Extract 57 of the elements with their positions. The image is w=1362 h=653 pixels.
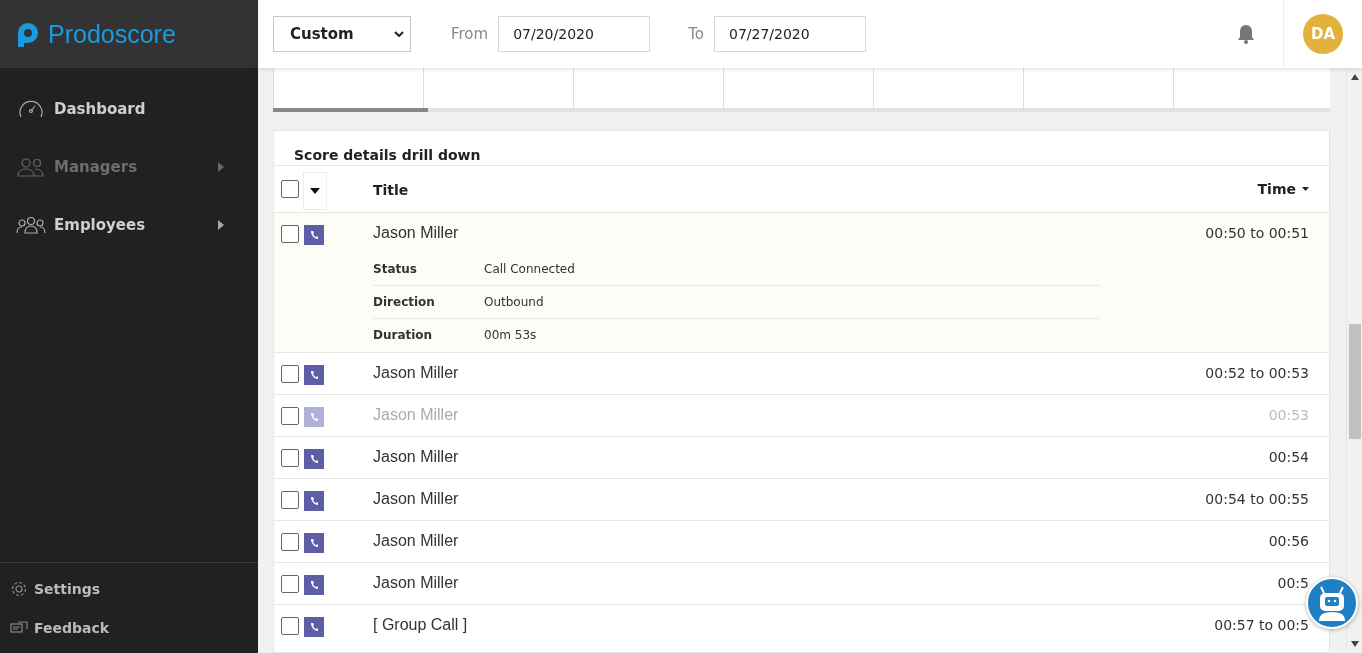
row-title[interactable]: Jason Miller bbox=[373, 224, 1206, 242]
footer-link[interactable]: Settings bbox=[0, 569, 258, 608]
row-time: 00:5 bbox=[1277, 575, 1309, 591]
scroll-thumb[interactable] bbox=[1348, 324, 1361, 439]
footer-link[interactable]: Feedback bbox=[0, 608, 258, 647]
caret-icon bbox=[218, 162, 224, 172]
logo-icon bbox=[16, 21, 40, 47]
row-checkbox[interactable] bbox=[281, 225, 299, 243]
nav-item[interactable]: Employees bbox=[0, 196, 258, 254]
scroll-down-icon[interactable] bbox=[1350, 641, 1359, 647]
to-label: To bbox=[688, 25, 704, 43]
row-checkbox[interactable] bbox=[281, 449, 299, 467]
row-time: 00:53 bbox=[1268, 407, 1309, 423]
row-time: 00:54 to 00:55 bbox=[1205, 491, 1309, 507]
bell-icon[interactable] bbox=[1237, 24, 1255, 44]
range-select[interactable]: Custom bbox=[273, 16, 411, 52]
detail-label: Status bbox=[373, 261, 418, 276]
detail-value: Call Connected bbox=[484, 261, 575, 276]
row-title[interactable]: Jason Miller bbox=[373, 490, 1206, 508]
row-time: 00:57 to 00:5 bbox=[1214, 617, 1309, 633]
row-checkbox[interactable] bbox=[281, 617, 299, 635]
row-title[interactable]: Jason Miller bbox=[373, 364, 1206, 382]
row-checkbox[interactable] bbox=[281, 491, 299, 509]
detail-label: Duration bbox=[373, 328, 434, 342]
dropdown-button[interactable] bbox=[303, 172, 327, 210]
from-date-field[interactable]: 07/20/2020 bbox=[498, 16, 651, 52]
column-header[interactable]: Time bbox=[1257, 181, 1309, 197]
row-checkbox[interactable] bbox=[281, 533, 299, 551]
select-all-checkbox[interactable] bbox=[281, 180, 299, 198]
row-checkbox[interactable] bbox=[281, 365, 299, 383]
row-checkbox[interactable] bbox=[281, 575, 299, 593]
row-time: 00:54 bbox=[1268, 449, 1309, 465]
nav-item[interactable]: Dashboard bbox=[0, 80, 258, 138]
to-date-field[interactable]: 07/27/2020 bbox=[713, 16, 866, 52]
row-title[interactable]: Jason Miller bbox=[373, 574, 1278, 592]
row-time: 00:56 bbox=[1268, 533, 1309, 549]
scroll-thumb[interactable] bbox=[273, 108, 428, 112]
row-title[interactable]: Jason Miller bbox=[373, 532, 1269, 550]
brand-name: Prodoscore bbox=[48, 19, 176, 49]
chevron-icon bbox=[394, 31, 404, 37]
row-title[interactable]: [ Group Call ] bbox=[373, 616, 1215, 634]
caret-icon bbox=[218, 220, 224, 230]
from-label: From bbox=[451, 25, 489, 43]
detail-label: Direction bbox=[373, 295, 436, 309]
settings-icon bbox=[10, 579, 28, 598]
scrollbar[interactable] bbox=[1346, 68, 1362, 653]
people-icon bbox=[16, 155, 46, 179]
caret-icon bbox=[310, 188, 320, 194]
detail-value: 00m 53s bbox=[484, 328, 537, 342]
sort-icon bbox=[1302, 187, 1309, 191]
column-header[interactable]: Title bbox=[373, 182, 1258, 198]
card-title: Score details drill down bbox=[293, 146, 482, 165]
detail-value: Outbound bbox=[484, 295, 544, 309]
row-time: 00:50 to 00:51 bbox=[1205, 225, 1309, 241]
scroll-up-icon[interactable] bbox=[1350, 74, 1359, 80]
row-title[interactable]: Jason Miller bbox=[373, 448, 1269, 466]
row-time: 00:52 to 00:53 bbox=[1205, 365, 1309, 381]
